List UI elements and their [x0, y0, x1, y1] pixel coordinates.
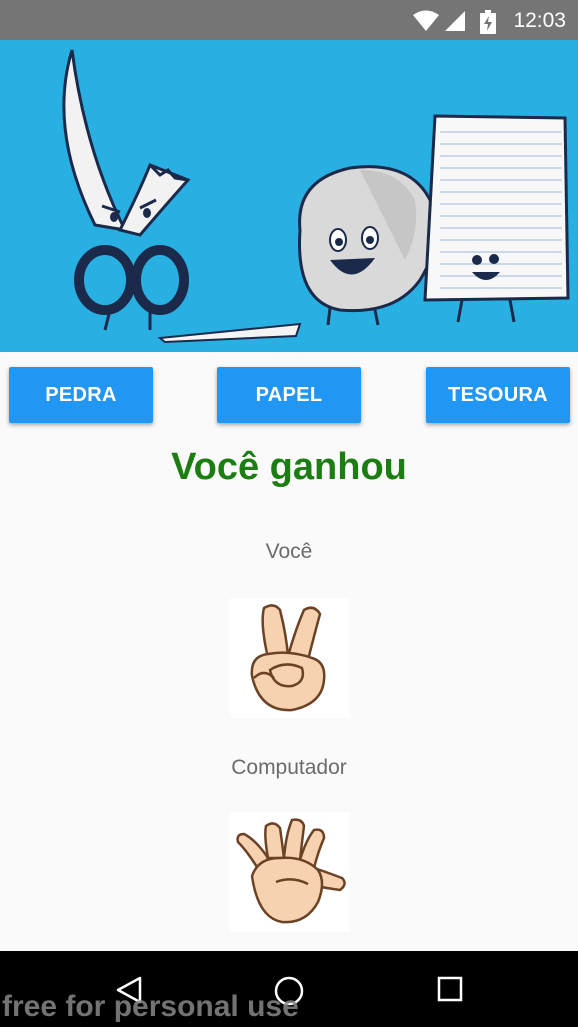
computer-choice-image	[230, 812, 350, 932]
scissors-character	[62, 49, 191, 331]
scissors-hand-icon	[250, 604, 326, 712]
recents-icon[interactable]	[436, 975, 464, 1003]
player-choice-image	[230, 598, 350, 718]
status-bar: 12:03	[0, 0, 578, 40]
paper-button[interactable]: PAPEL	[217, 367, 361, 423]
status-time: 12:03	[513, 9, 566, 32]
rock-button[interactable]: PEDRA	[9, 367, 153, 423]
wifi-icon	[413, 10, 439, 31]
scissors-button[interactable]: TESOURA	[426, 367, 570, 423]
choice-buttons: PEDRA PAPEL TESOURA	[0, 367, 578, 424]
player-label: Você	[265, 540, 313, 563]
computer-label: Computador	[231, 756, 347, 779]
rock-paper-scissors-illustration	[62, 49, 570, 344]
result-text: Você ganhou	[171, 446, 407, 488]
paper-character	[423, 114, 570, 323]
battery-icon	[480, 10, 496, 34]
watermark-text: free for personal use	[2, 990, 299, 1023]
header-banner-image	[0, 40, 578, 352]
signal-icon	[445, 11, 465, 31]
rock-character	[298, 165, 438, 326]
paper-hand-icon	[236, 818, 346, 924]
